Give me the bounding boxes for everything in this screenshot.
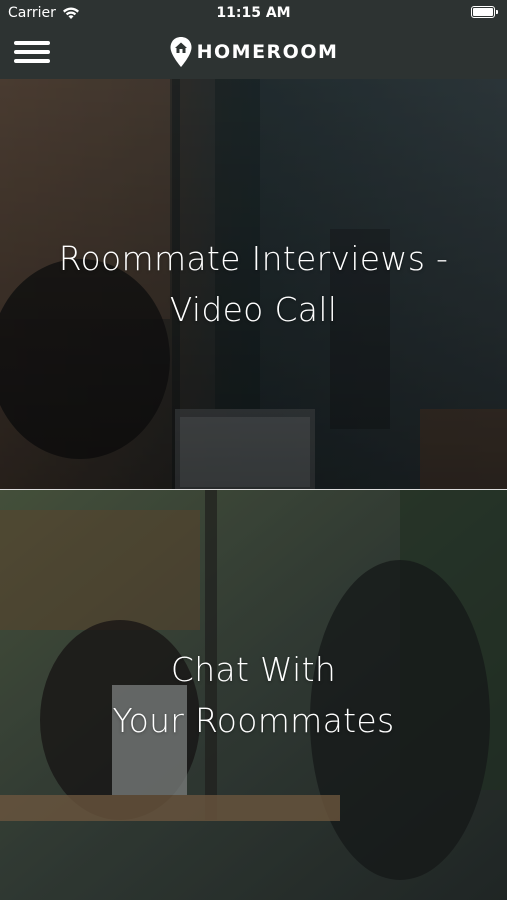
app-header: Carrier 11:15 AM HOMEROOM	[0, 0, 507, 79]
map-pin-house-icon	[170, 37, 192, 67]
chat-card[interactable]: Chat With Your Roommates	[0, 490, 507, 900]
status-bar: Carrier 11:15 AM	[0, 0, 507, 28]
video-call-card[interactable]: Roommate Interviews - Video Call	[0, 79, 507, 489]
brand-logo: HOMEROOM	[0, 36, 507, 70]
chat-title: Chat With Your Roommates	[112, 650, 395, 740]
video-call-title: Roommate Interviews - Video Call	[58, 239, 449, 329]
battery-icon	[471, 6, 498, 18]
status-time: 11:15 AM	[216, 5, 291, 21]
navbar: HOMEROOM	[0, 28, 507, 79]
brand-name: HOMEROOM	[196, 41, 339, 63]
